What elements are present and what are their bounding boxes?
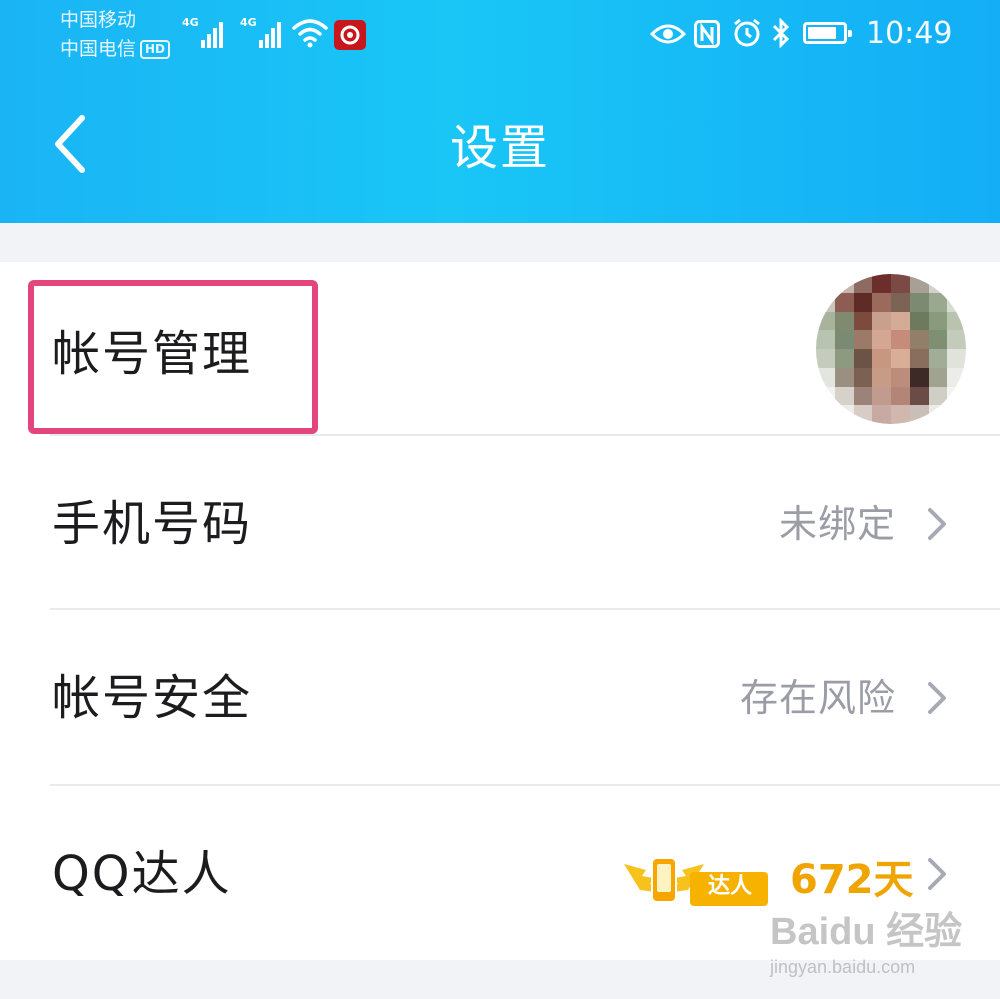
settings-item-label: 手机号码 — [52, 496, 253, 552]
bluetooth-icon — [772, 18, 790, 48]
settings-item-phone-number[interactable]: 手机号码 未绑定 — [0, 436, 1000, 610]
app-notification-icon — [334, 20, 366, 50]
network-type-2: 4G — [240, 16, 257, 29]
chevron-right-icon — [928, 858, 946, 890]
hd-badge: HD — [140, 40, 171, 59]
avatar[interactable] — [816, 274, 966, 424]
settings-item-value: 存在风险 — [739, 676, 896, 720]
settings-item-account-management[interactable]: 帐号管理 — [0, 262, 1000, 436]
carrier-2: 中国电信 — [60, 38, 137, 60]
status-time: 10:49 — [866, 16, 953, 51]
wifi-icon — [292, 19, 328, 48]
highlight-annotation — [28, 280, 318, 434]
signal-icon: 4G — [182, 16, 225, 48]
settings-item-account-security[interactable]: 帐号安全 存在风险 — [0, 610, 1000, 784]
chevron-right-icon — [928, 508, 946, 540]
settings-item-value: 未绑定 — [778, 502, 896, 546]
page-title: 设置 — [449, 120, 550, 176]
baidu-watermark: Baidu 经验 — [770, 911, 963, 953]
daren-badge-label: 达人 — [708, 874, 753, 899]
daren-days-value: 672天 — [790, 857, 914, 903]
signal-icon: 4G — [240, 16, 283, 48]
settings-item-label: 帐号安全 — [52, 670, 253, 726]
app-header: 中国移动 中国电信 HD 4G 4G 10:49 设置 — [0, 0, 1000, 223]
battery-icon — [803, 22, 852, 44]
carrier-2-row: 中国电信 HD — [60, 35, 171, 64]
carrier-1: 中国移动 — [60, 9, 137, 31]
carrier-info: 中国移动 中国电信 HD — [60, 6, 171, 64]
baidu-watermark-url: jingyan.baidu.com — [770, 957, 916, 977]
nfc-icon — [694, 20, 720, 48]
alarm-icon — [734, 18, 760, 47]
eye-care-icon — [650, 24, 686, 44]
chevron-right-icon — [928, 682, 946, 714]
settings-item-label: QQ达人 — [52, 846, 232, 902]
network-type-1: 4G — [182, 16, 199, 29]
